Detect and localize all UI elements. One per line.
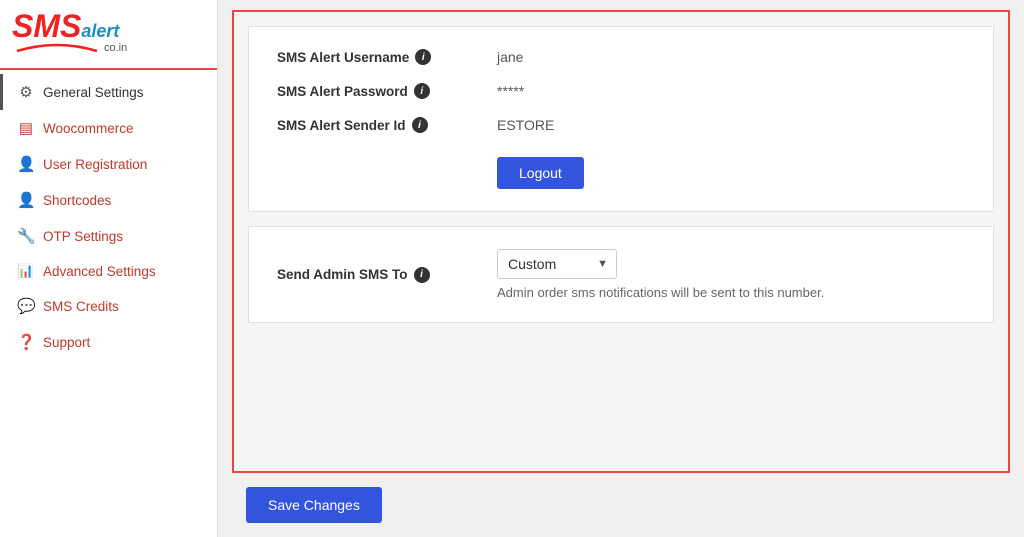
admin-sms-section: Send Admin SMS To i Custom Admin Other ▼… [248, 226, 994, 323]
username-label: SMS Alert Username i [277, 49, 497, 65]
nav-menu: ⚙ General Settings ▤ Woocommerce 👤 User … [0, 70, 217, 537]
chat-icon: 💬 [17, 297, 35, 315]
sidebar-item-general-settings[interactable]: ⚙ General Settings [0, 74, 217, 110]
gear-icon: ⚙ [17, 83, 35, 101]
save-changes-button[interactable]: Save Changes [246, 487, 382, 523]
logo: SMSalert co.in [12, 10, 127, 54]
logo-area: SMSalert co.in [0, 0, 217, 70]
username-value: jane [497, 49, 523, 65]
sidebar-item-label: General Settings [43, 85, 144, 100]
admin-sms-row: Send Admin SMS To i Custom Admin Other ▼… [277, 249, 965, 300]
list-icon: ▤ [17, 119, 35, 137]
chart-icon: 📊 [17, 263, 35, 279]
sidebar-item-label: Woocommerce [43, 121, 134, 136]
content-panel: SMS Alert Username i jane SMS Alert Pass… [232, 10, 1010, 473]
username-row: SMS Alert Username i jane [277, 49, 965, 65]
sidebar-item-label: User Registration [43, 157, 147, 172]
sidebar-item-label: SMS Credits [43, 299, 119, 314]
sidebar-item-support[interactable]: ❓ Support [0, 324, 217, 360]
sidebar-item-label: Support [43, 335, 90, 350]
sender-info-icon[interactable]: i [412, 117, 428, 133]
main-content: SMS Alert Username i jane SMS Alert Pass… [218, 0, 1024, 537]
username-info-icon[interactable]: i [415, 49, 431, 65]
wrench-icon: 🔧 [17, 227, 35, 245]
admin-sms-select[interactable]: Custom Admin Other [497, 249, 617, 279]
password-row: SMS Alert Password i ***** [277, 83, 965, 99]
footer-panel: Save Changes [218, 473, 1024, 537]
logo-alert-text: alert [81, 21, 119, 41]
sender-row: SMS Alert Sender Id i ESTORE [277, 117, 965, 133]
logo-sms-text: SMS [12, 8, 81, 44]
password-info-icon[interactable]: i [414, 83, 430, 99]
custom-select-wrapper: Custom Admin Other ▼ [497, 249, 617, 279]
admin-sms-helper-text: Admin order sms notifications will be se… [497, 285, 824, 300]
sidebar-item-label: OTP Settings [43, 229, 123, 244]
password-label: SMS Alert Password i [277, 83, 497, 99]
sidebar-item-label: Advanced Settings [43, 264, 156, 279]
sender-label: SMS Alert Sender Id i [277, 117, 497, 133]
user-icon: 👤 [17, 155, 35, 173]
question-icon: ❓ [17, 333, 35, 351]
sidebar-item-sms-credits[interactable]: 💬 SMS Credits [0, 288, 217, 324]
sidebar-item-otp-settings[interactable]: 🔧 OTP Settings [0, 218, 217, 254]
admin-sms-info-icon[interactable]: i [414, 267, 430, 283]
sidebar-item-woocommerce[interactable]: ▤ Woocommerce [0, 110, 217, 146]
sidebar-item-advanced-settings[interactable]: 📊 Advanced Settings [0, 254, 217, 288]
admin-sms-label: Send Admin SMS To i [277, 267, 497, 283]
logo-arc-icon [12, 43, 102, 53]
sidebar-item-label: Shortcodes [43, 193, 111, 208]
sidebar-item-shortcodes[interactable]: 👤 Shortcodes [0, 182, 217, 218]
logo-co-text: co.in [104, 42, 127, 54]
sender-value: ESTORE [497, 117, 554, 133]
password-value: ***** [497, 83, 524, 99]
logout-row: Logout [277, 151, 965, 189]
sidebar-item-user-registration[interactable]: 👤 User Registration [0, 146, 217, 182]
sidebar: SMSalert co.in ⚙ General Settings ▤ Wooc… [0, 0, 218, 537]
user-icon-2: 👤 [17, 191, 35, 209]
logout-button[interactable]: Logout [497, 157, 584, 189]
admin-sms-select-wrapper: Custom Admin Other ▼ Admin order sms not… [497, 249, 824, 300]
credentials-section: SMS Alert Username i jane SMS Alert Pass… [248, 26, 994, 212]
